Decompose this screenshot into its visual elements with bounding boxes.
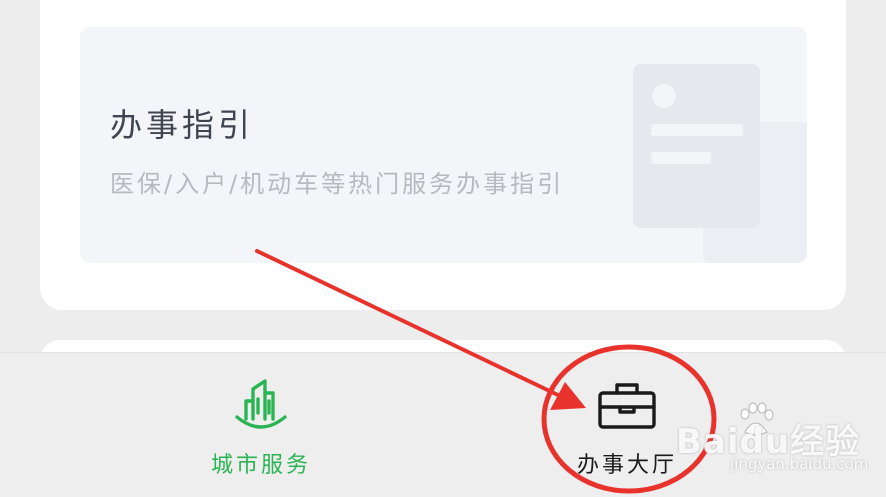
briefcase-icon <box>598 383 656 429</box>
watermark-url: jingyan.baidu.com <box>730 455 869 473</box>
guide-title: 办事指引 <box>110 106 255 144</box>
guide-banner[interactable]: 办事指引 医保/入户/机动车等热门服务办事指引 <box>80 27 807 263</box>
city-building-icon <box>235 379 287 429</box>
tab-city-services-label: 城市服务 <box>210 453 311 478</box>
tab-city-services[interactable]: 城市服务 <box>161 353 361 497</box>
document-illustration-icon <box>633 64 807 263</box>
guide-subtitle: 医保/入户/机动车等热门服务办事指引 <box>110 170 565 198</box>
